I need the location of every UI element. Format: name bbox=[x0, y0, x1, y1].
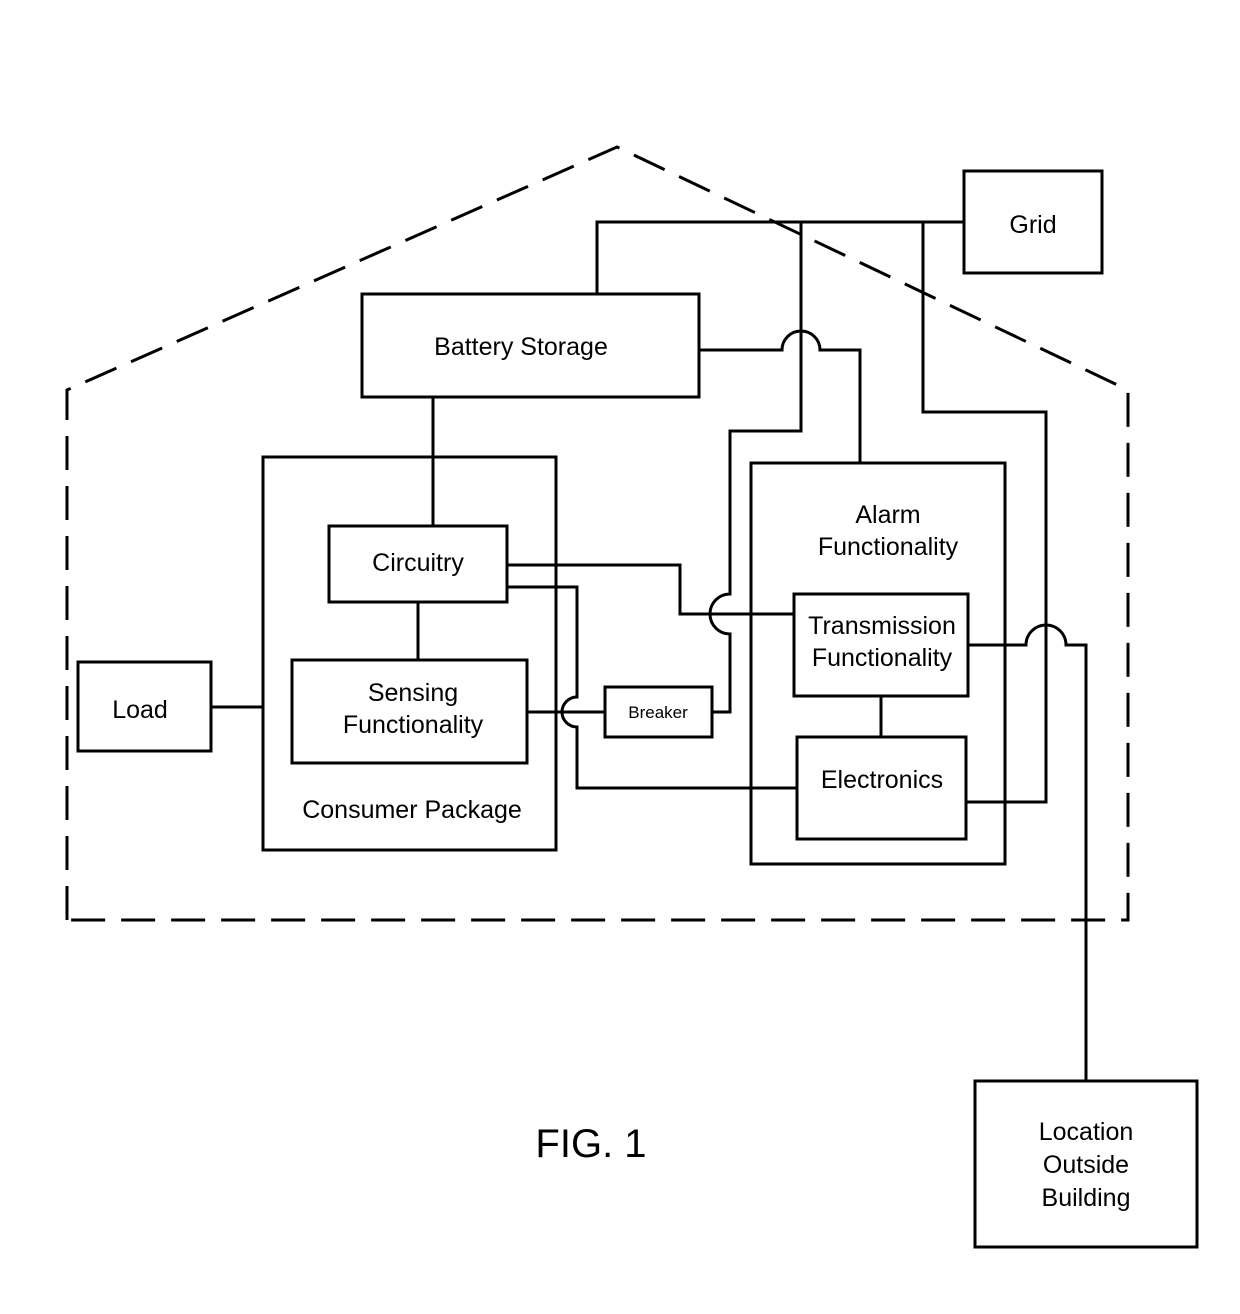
system-diagram: Grid Battery Storage Consumer Package Ci… bbox=[65, 145, 1199, 1249]
wire-grid-electronics bbox=[921, 222, 1048, 804]
battery-storage-node[interactable]: Battery Storage bbox=[360, 292, 701, 399]
load-node[interactable]: Load bbox=[76, 660, 213, 753]
transmission-label-line-2: Functionality bbox=[812, 644, 953, 672]
sensing-functionality-node[interactable]: Sensing Functionality bbox=[290, 658, 529, 765]
transmission-label-line-1: Transmission bbox=[808, 612, 956, 640]
location-label-line-1: Location bbox=[1039, 1118, 1134, 1146]
consumer-package-label: Consumer Package bbox=[302, 796, 522, 824]
wire-grid-breaker bbox=[708, 222, 803, 714]
figure-caption: FIG. 1 bbox=[535, 1122, 646, 1166]
wire-grid-battery bbox=[595, 220, 964, 294]
transmission-functionality-node[interactable]: Transmission Functionality bbox=[792, 592, 970, 698]
sensing-label-line-1: Sensing bbox=[368, 679, 458, 707]
electronics-node[interactable]: Electronics bbox=[795, 735, 968, 841]
electronics-label: Electronics bbox=[821, 766, 943, 794]
grid-node[interactable]: Grid bbox=[962, 169, 1104, 275]
location-label-line-3: Building bbox=[1042, 1184, 1131, 1212]
consumer-package-node[interactable]: Consumer Package bbox=[261, 455, 558, 852]
grid-label: Grid bbox=[1009, 211, 1056, 239]
circuitry-node[interactable]: Circuitry bbox=[327, 524, 509, 604]
alarm-label-line-2: Functionality bbox=[818, 533, 959, 561]
circuitry-label: Circuitry bbox=[372, 549, 464, 577]
alarm-label-line-1: Alarm bbox=[855, 501, 920, 529]
breaker-label: Breaker bbox=[628, 703, 688, 722]
wire-transmission-outside bbox=[968, 623, 1088, 1081]
location-label-line-2: Outside bbox=[1043, 1151, 1129, 1179]
breaker-node[interactable]: Breaker bbox=[603, 685, 714, 739]
wire-battery-alarm bbox=[699, 329, 862, 463]
load-label: Load bbox=[112, 696, 168, 724]
location-outside-building-node[interactable]: Location Outside Building bbox=[973, 1079, 1199, 1249]
sensing-label-line-2: Functionality bbox=[343, 711, 484, 739]
battery-storage-label: Battery Storage bbox=[434, 333, 608, 361]
